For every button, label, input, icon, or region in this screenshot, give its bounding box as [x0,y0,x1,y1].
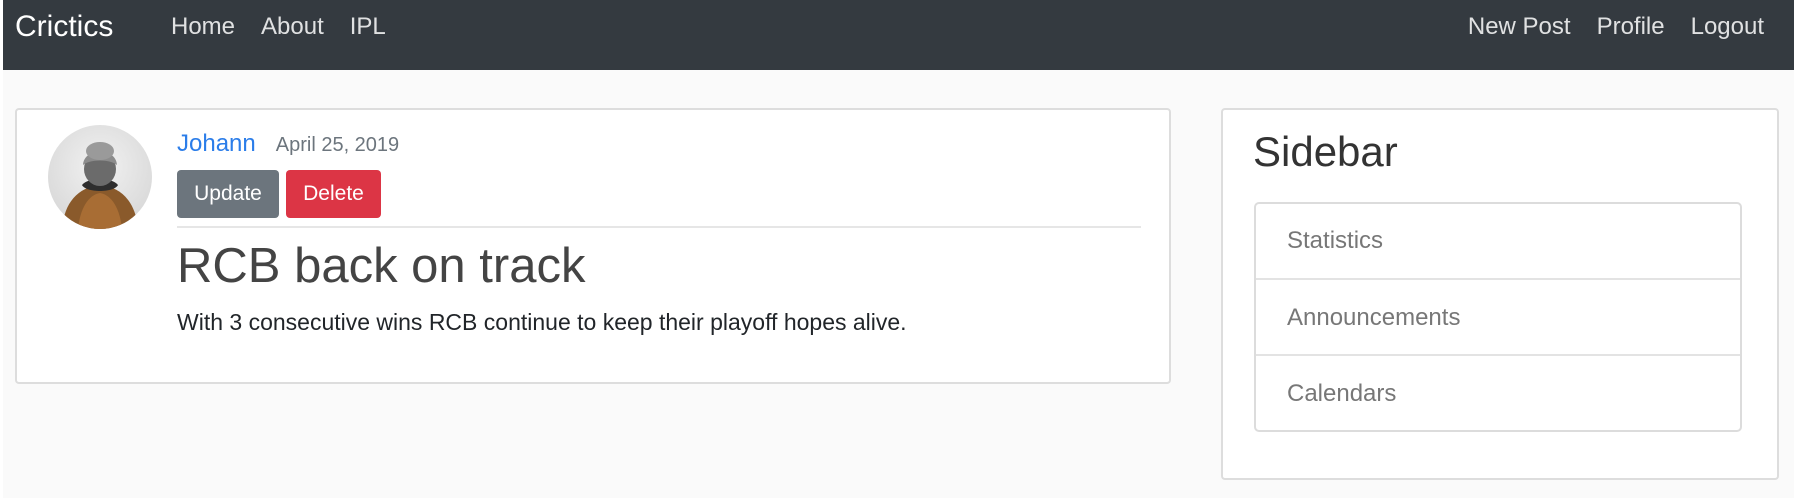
nav-link-logout[interactable]: Logout [1691,13,1764,41]
avatar-image [48,125,152,229]
post-date: April 25, 2019 [275,134,400,156]
author-avatar [48,125,152,229]
sidebar-item-announcements[interactable]: Announcements [1256,278,1740,354]
nav-link-ipl[interactable]: IPL [350,13,386,41]
update-button[interactable]: Update [177,170,279,218]
nav-link-about[interactable]: About [261,13,324,41]
author-link[interactable]: Johann [177,130,256,158]
page: Crictics Home About IPL New Post Profile… [0,0,1794,498]
nav-link-home[interactable]: Home [171,13,235,41]
sidebar: Sidebar Statistics Announcements Calenda… [1221,108,1779,480]
main-content: Johann April 25, 2019 Update Delete RCB … [3,70,1794,498]
post-content: With 3 consecutive wins RCB continue to … [177,309,907,335]
post-title[interactable]: RCB back on track [177,236,1141,296]
post-body: Johann April 25, 2019 Update Delete RCB … [177,130,1141,338]
navbar: Crictics Home About IPL New Post Profile… [3,0,1794,70]
delete-button[interactable]: Delete [286,170,381,218]
post-card: Johann April 25, 2019 Update Delete RCB … [15,108,1171,384]
sidebar-item-statistics[interactable]: Statistics [1256,204,1740,278]
sidebar-title: Sidebar [1253,128,1398,175]
nav-left-links: Home About IPL [171,0,386,54]
post-meta: Johann April 25, 2019 [177,130,1141,160]
nav-right-links: New Post Profile Logout [1468,0,1764,54]
sidebar-list: Statistics Announcements Calendars [1254,202,1742,432]
nav-link-new-post[interactable]: New Post [1468,13,1571,41]
sidebar-item-calendars[interactable]: Calendars [1256,354,1740,430]
post-actions: Update Delete [177,170,1141,218]
divider [177,226,1141,228]
brand-link[interactable]: Crictics [15,0,113,54]
nav-link-profile[interactable]: Profile [1597,13,1665,41]
